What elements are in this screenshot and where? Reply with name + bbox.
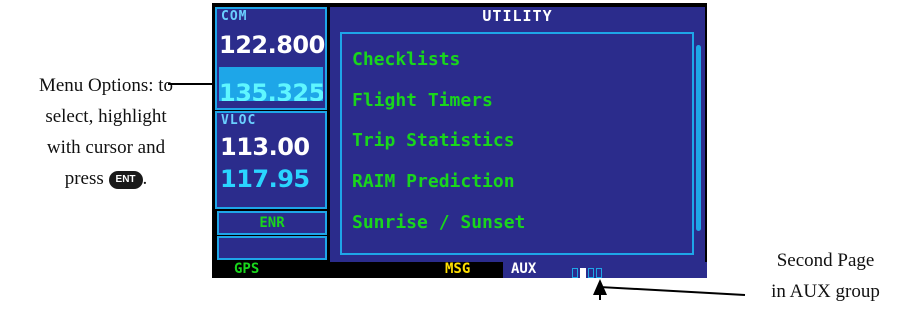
vloc-active-frequency: 113.00 xyxy=(220,133,310,161)
com-active-frequency: 122.800 xyxy=(219,31,325,59)
com-standby-frequency: 135.325 xyxy=(219,79,323,101)
menu-options-callout: Menu Options: to select, highlight with … xyxy=(0,70,212,194)
com-panel: COM 122.800 135.325 xyxy=(215,7,327,110)
page-group-label: AUX xyxy=(511,261,537,277)
page-title: UTILITY xyxy=(482,7,553,25)
second-page-callout: Second Page in AUX group xyxy=(748,245,903,307)
page-dots xyxy=(572,265,604,278)
page-group-indicator: AUX xyxy=(503,261,707,278)
callout-line-3: with cursor and xyxy=(46,137,166,158)
vloc-standby-frequency: 117.95 xyxy=(220,165,310,193)
right-leader-line xyxy=(599,285,746,296)
ent-key-icon: ENT xyxy=(108,170,143,189)
com-standby-highlight[interactable]: 135.325 xyxy=(219,67,323,101)
vloc-panel: VLOC 113.00 117.95 xyxy=(215,111,327,209)
page-dot xyxy=(572,268,578,278)
scroll-bar[interactable] xyxy=(696,45,701,231)
menu-item-trip-statistics[interactable]: Trip Statistics xyxy=(352,130,515,151)
empty-field xyxy=(217,236,327,260)
right-arrow-icon xyxy=(593,279,607,295)
page-dot xyxy=(596,268,602,278)
main-page: UTILITY Checklists Flight Timers Trip St… xyxy=(330,7,705,263)
msg-annunciator[interactable]: MSG xyxy=(445,261,470,277)
gps-mode-label: GPS xyxy=(234,261,260,277)
gps-screen: COM 122.800 135.325 VLOC 113.00 117.95 E… xyxy=(212,3,707,278)
menu-item-checklists[interactable]: Checklists xyxy=(352,49,460,70)
vloc-label: VLOC xyxy=(221,113,257,128)
page-dot xyxy=(588,268,594,278)
status-bar: GPS MSG AUX xyxy=(212,261,707,278)
cdi-mode-box: ENR xyxy=(217,211,327,235)
cdi-mode: ENR xyxy=(259,215,285,231)
page-dot xyxy=(580,268,586,278)
page-title-bar: UTILITY xyxy=(330,7,705,26)
menu-item-raim-prediction[interactable]: RAIM Prediction xyxy=(352,171,515,192)
callout-tail: . xyxy=(142,168,148,189)
callout-line-2: select, highlight xyxy=(45,106,167,127)
menu-item-sunrise-sunset[interactable]: Sunrise / Sunset xyxy=(352,212,525,233)
callout-press-text: press xyxy=(64,168,104,189)
callout-line-1: Second Page xyxy=(776,250,875,271)
menu-list: Checklists Flight Timers Trip Statistics… xyxy=(340,32,694,255)
callout-line-2: in AUX group xyxy=(771,281,880,302)
callout-line-4: press ENT. xyxy=(0,163,212,194)
callout-line-1: Menu Options: to xyxy=(38,75,174,96)
com-label: COM xyxy=(221,9,248,24)
menu-item-flight-timers[interactable]: Flight Timers xyxy=(352,90,493,111)
